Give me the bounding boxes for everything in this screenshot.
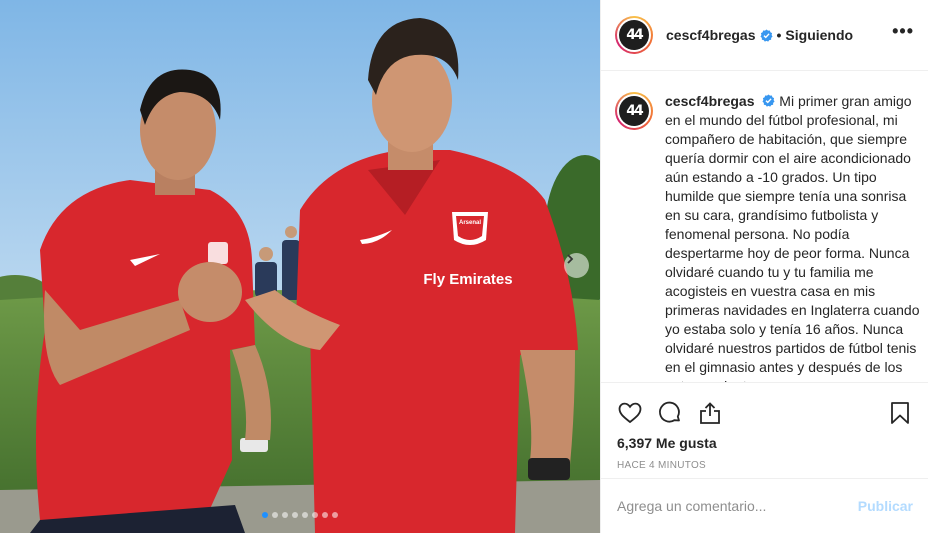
verified-badge-icon [759,28,773,42]
bookmark-icon [891,402,909,424]
more-options-icon[interactable]: ••• [892,22,914,44]
photo-illustration: Arsenal Fly Emirates [0,0,600,533]
caption-text: Mi primer gran amigo en el mundo del fút… [665,93,920,382]
share-icon [700,402,720,424]
caption-avatar[interactable]: 44 [615,92,653,130]
carousel-dot[interactable] [312,512,318,518]
post-actions-section: 6,397 Me gusta HACE 4 MINUTOS [601,382,928,478]
heart-icon [618,402,642,424]
crest-text: Arsenal [459,220,481,226]
post-timestamp[interactable]: HACE 4 MINUTOS [601,451,928,471]
avatar-logo: 44 [619,96,649,126]
follow-status-button[interactable]: Siguiendo [785,27,853,43]
like-button[interactable] [617,400,643,426]
comment-button[interactable] [657,400,683,426]
caption-section: 44 cescf4bregas Mi primer gran amigo en … [601,72,928,382]
caption-username[interactable]: cescf4bregas [665,93,755,109]
caption-text-block: cescf4bregas Mi primer gran amigo en el … [665,92,923,382]
carousel-dot[interactable] [282,512,288,518]
post-photo[interactable]: Arsenal Fly Emirates [0,0,600,533]
next-photo-button[interactable] [564,253,589,278]
share-button[interactable] [697,400,723,426]
action-bar [601,383,928,431]
like-count[interactable]: 6,397 Me gusta [601,431,928,451]
jersey-sponsor-text: Fly Emirates [423,271,512,288]
carousel-dot[interactable] [322,512,328,518]
carousel-dots [0,512,600,518]
save-button[interactable] [887,400,913,426]
carousel-dot[interactable] [302,512,308,518]
carousel-dot[interactable] [292,512,298,518]
header-separator: • [776,27,782,43]
comment-bar: Publicar [601,478,928,533]
verified-badge-icon [762,94,775,107]
post-sidebar: 44 cescf4bregas • Siguiendo ••• 44 cescf… [600,0,928,533]
carousel-dot[interactable] [272,512,278,518]
comment-icon [659,401,680,423]
comment-input[interactable] [617,498,858,514]
publish-button[interactable]: Publicar [858,498,913,514]
author-username[interactable]: cescf4bregas [666,27,756,43]
author-avatar[interactable]: 44 [615,16,653,54]
post-header: 44 cescf4bregas • Siguiendo ••• [601,0,928,71]
carousel-dot[interactable] [332,512,338,518]
chevron-right-icon [567,254,574,264]
carousel-dot[interactable] [262,512,268,518]
avatar-logo: 44 [619,20,649,50]
